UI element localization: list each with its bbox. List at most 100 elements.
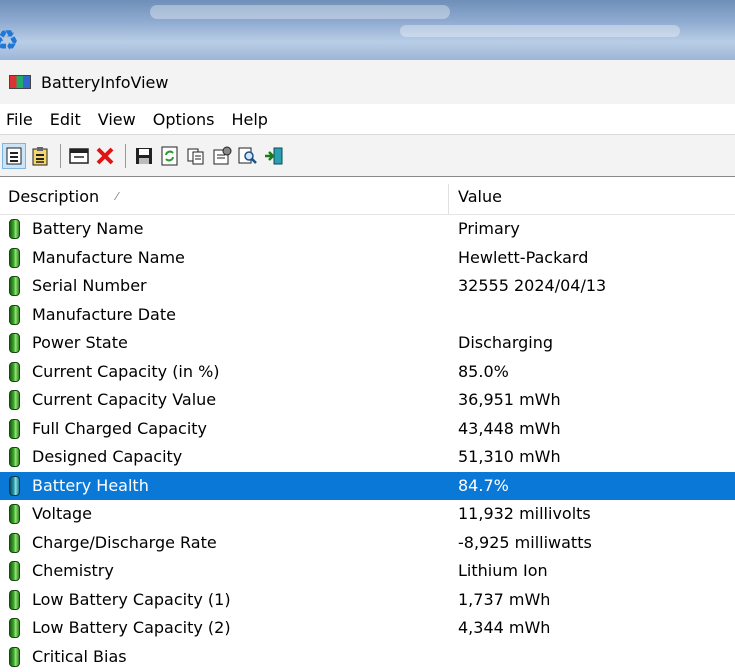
table-row[interactable]: Battery Health 84.7% bbox=[0, 471, 735, 500]
row-value: 1,737 mWh bbox=[458, 589, 551, 609]
toolbar-separator bbox=[60, 143, 61, 168]
table-row[interactable]: Voltage 11,932 millivolts bbox=[0, 500, 735, 529]
properties-icon bbox=[213, 146, 232, 164]
battery-icon bbox=[9, 589, 20, 610]
row-description: Chemistry bbox=[32, 561, 114, 580]
battery-icon bbox=[9, 333, 20, 353]
row-description: Manufacture Date bbox=[32, 304, 176, 324]
red-x-icon bbox=[96, 147, 114, 164]
battery-icon bbox=[9, 561, 20, 581]
table-row[interactable]: Low Battery Capacity (1) 1,737 mWh bbox=[0, 586, 735, 615]
sort-indicator-icon: ⁄ bbox=[116, 190, 118, 203]
column-header-value[interactable]: Value bbox=[458, 178, 502, 214]
row-value: Lithium Ion bbox=[458, 561, 548, 580]
row-description: Battery Name bbox=[32, 219, 144, 238]
column-header-description[interactable]: Description bbox=[8, 178, 99, 214]
table-row[interactable]: Critical Bias bbox=[0, 643, 735, 672]
battery-info-view-button[interactable] bbox=[2, 142, 26, 169]
row-value: 43,448 mWh bbox=[458, 418, 561, 438]
save-button[interactable] bbox=[132, 143, 156, 169]
toolbar bbox=[0, 134, 735, 177]
row-value: Discharging bbox=[458, 333, 554, 352]
copy-icon bbox=[187, 148, 204, 164]
properties-window-button[interactable] bbox=[67, 143, 91, 169]
cloud-streak bbox=[150, 5, 450, 19]
table-row[interactable]: Charge/Discharge Rate -8,925 milliwatts bbox=[0, 529, 735, 558]
menu-file[interactable]: File bbox=[0, 110, 43, 129]
window-icon bbox=[69, 147, 89, 164]
row-description: Charge/Discharge Rate bbox=[32, 532, 217, 552]
window-title: BatteryInfoView bbox=[41, 72, 169, 92]
table-row[interactable]: Full Charged Capacity 43,448 mWh bbox=[0, 415, 735, 444]
refresh-icon bbox=[161, 146, 178, 165]
row-description: Voltage bbox=[32, 504, 93, 523]
battery-icon bbox=[9, 646, 20, 667]
battery-info-list[interactable]: Description ⁄ Value Battery Name Primary M… bbox=[0, 178, 735, 672]
row-description: Current Capacity (in %) bbox=[32, 361, 220, 381]
battery-icon bbox=[9, 219, 20, 239]
row-description: Manufacture Name bbox=[32, 247, 185, 267]
row-description: Low Battery Capacity (2) bbox=[32, 618, 231, 637]
battery-icon bbox=[9, 447, 20, 467]
column-divider[interactable] bbox=[448, 184, 449, 214]
table-row[interactable]: Manufacture Name Hewlett-Packard bbox=[0, 244, 735, 273]
recycle-bin-icon[interactable]: ♻ bbox=[0, 26, 24, 56]
search-icon bbox=[238, 147, 257, 164]
row-value: Primary bbox=[458, 219, 520, 238]
delete-button[interactable] bbox=[93, 143, 117, 169]
refresh-button[interactable] bbox=[158, 143, 182, 169]
properties-button[interactable] bbox=[210, 143, 234, 169]
row-description: Designed Capacity bbox=[32, 447, 183, 466]
battery-app-icon bbox=[9, 75, 31, 89]
table-row[interactable]: Battery Name Primary bbox=[0, 215, 735, 244]
toolbar-separator bbox=[125, 143, 126, 168]
menu-edit[interactable]: Edit bbox=[43, 110, 91, 129]
table-row[interactable]: Chemistry Lithium Ion bbox=[0, 557, 735, 586]
row-value: 32555 2024/04/13 bbox=[458, 276, 607, 295]
info-list-icon bbox=[6, 147, 22, 164]
table-row[interactable]: Current Capacity Value 36,951 mWh bbox=[0, 386, 735, 415]
title-bar[interactable]: BatteryInfoView bbox=[0, 60, 735, 104]
menu-options[interactable]: Options bbox=[146, 110, 225, 129]
battery-icon bbox=[9, 276, 20, 296]
row-description: Current Capacity Value bbox=[32, 390, 217, 409]
row-value: 51,310 mWh bbox=[458, 447, 561, 466]
exit-button[interactable] bbox=[262, 143, 286, 169]
copy-button[interactable] bbox=[184, 143, 208, 169]
battery-icon bbox=[9, 475, 20, 496]
battery-icon bbox=[9, 532, 20, 553]
row-value: -8,925 milliwatts bbox=[458, 532, 592, 552]
battery-icon bbox=[9, 247, 20, 268]
table-row[interactable]: Low Battery Capacity (2) 4,344 mWh bbox=[0, 614, 735, 643]
find-button[interactable] bbox=[236, 143, 260, 169]
desktop-background: ♻ bbox=[0, 0, 735, 60]
clipboard-list-icon bbox=[32, 146, 48, 165]
row-value: 36,951 mWh bbox=[458, 390, 561, 409]
floppy-disk-icon bbox=[136, 147, 152, 164]
table-row[interactable]: Current Capacity (in %) 85.0% bbox=[0, 358, 735, 387]
row-description: Low Battery Capacity (1) bbox=[32, 589, 231, 609]
table-row[interactable]: Power State Discharging bbox=[0, 329, 735, 358]
battery-log-button[interactable] bbox=[28, 143, 52, 169]
list-header: Description ⁄ Value bbox=[0, 178, 735, 215]
battery-icon bbox=[9, 504, 20, 524]
row-value: 85.0% bbox=[458, 361, 509, 381]
table-row[interactable]: Designed Capacity 51,310 mWh bbox=[0, 443, 735, 472]
row-value: 11,932 millivolts bbox=[458, 504, 591, 523]
cloud-streak bbox=[400, 25, 680, 37]
row-description: Battery Health bbox=[32, 475, 149, 495]
row-value: 84.7% bbox=[458, 475, 509, 495]
battery-icon bbox=[9, 390, 20, 410]
row-description: Critical Bias bbox=[32, 646, 127, 666]
menu-bar: File Edit View Options Help bbox=[0, 104, 735, 134]
row-description: Full Charged Capacity bbox=[32, 418, 208, 438]
table-row[interactable]: Manufacture Date bbox=[0, 301, 735, 330]
battery-icon bbox=[9, 418, 20, 439]
battery-icon bbox=[9, 304, 20, 325]
menu-view[interactable]: View bbox=[91, 110, 146, 129]
row-description: Power State bbox=[32, 333, 128, 352]
menu-help[interactable]: Help bbox=[224, 110, 277, 129]
table-row[interactable]: Serial Number 32555 2024/04/13 bbox=[0, 272, 735, 301]
battery-icon bbox=[9, 618, 20, 638]
row-value: 4,344 mWh bbox=[458, 618, 551, 637]
